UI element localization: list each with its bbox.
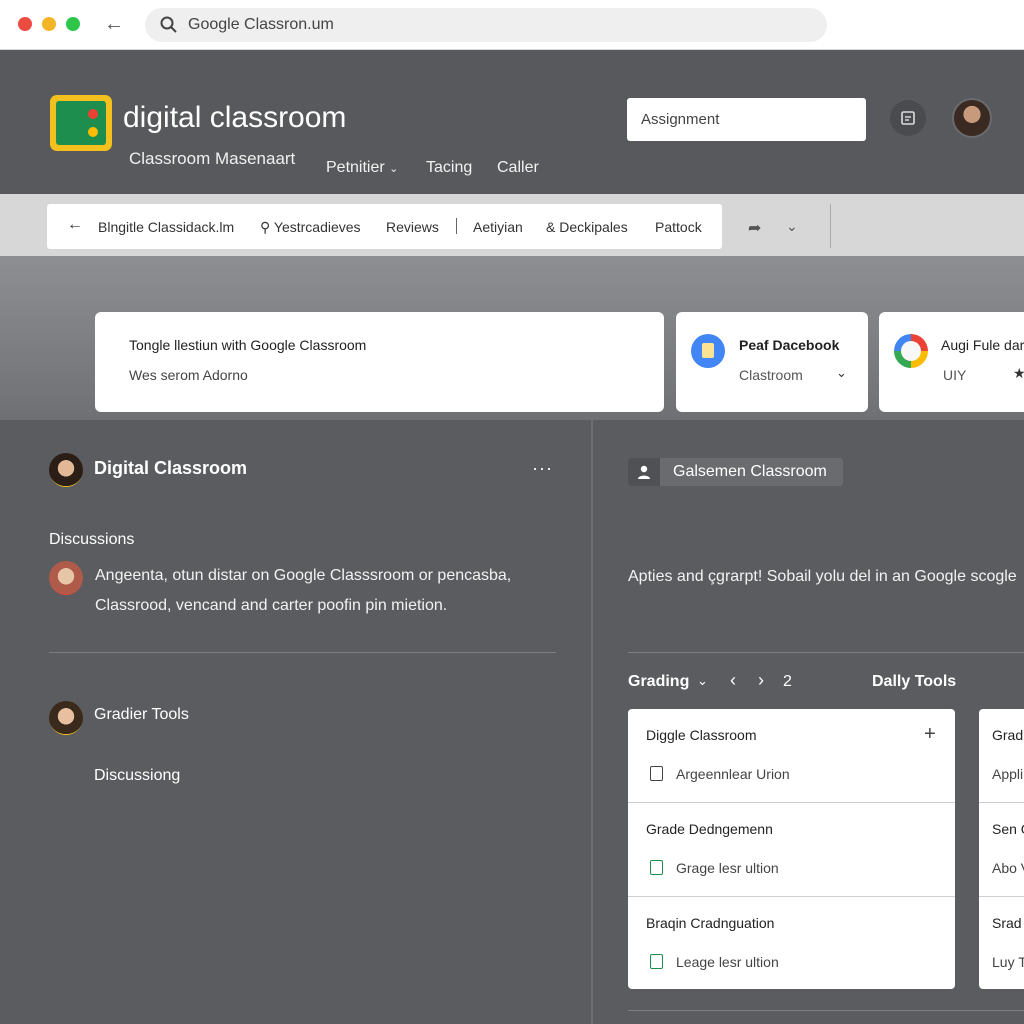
share-icon[interactable]: ➦ (748, 218, 761, 238)
nav-item-petnitier[interactable]: Petnitier ⌄ (326, 159, 398, 177)
discussion-text-line-2: Classrood, vencand and carter poofin pin… (95, 597, 448, 614)
minimize-window-button[interactable] (42, 17, 56, 31)
page-number: 2 (783, 673, 792, 690)
grading-row-title: Braqin Cradnguation (646, 915, 775, 931)
daily-tools-row-subtitle: Abo V (992, 860, 1024, 876)
address-bar[interactable]: Google Classron.um (145, 8, 827, 42)
address-bar-text: Google Classron.um (188, 16, 334, 33)
featured-card-subtitle: Wes serom Adorno (129, 367, 248, 383)
file-card-title: Augi Fule dar (941, 337, 1024, 353)
chevron-down-icon[interactable]: ⌄ (786, 218, 798, 235)
app-subtitle: Classroom Masenaart (129, 149, 296, 168)
daily-tools-row-title: Sen G (992, 821, 1024, 837)
file-card[interactable]: Augi Fule dar UIY ★ (879, 312, 1024, 412)
chevron-down-icon[interactable]: ⌄ (836, 365, 847, 381)
toolbar-item-search[interactable]: ⚲ Yestrcadieves (260, 219, 361, 236)
back-arrow-icon[interactable]: ← (104, 12, 124, 36)
daily-tools-row-subtitle: Appli (992, 766, 1024, 782)
assignment-search-input[interactable]: Assignment (627, 98, 866, 141)
document-icon (691, 334, 725, 368)
featured-card[interactable]: Tongle llestiun with Google Classroom We… (95, 312, 664, 412)
daily-tools-row-title: Srad (992, 915, 1022, 931)
daily-tools-row[interactable]: Sen G Abo V (979, 803, 1024, 897)
app-title: digital classroom (123, 101, 347, 134)
grading-card: Diggle Classroom + Argeennlear Urion Gra… (628, 709, 955, 989)
star-icon[interactable]: ★ (1013, 365, 1024, 382)
grading-row-subtitle: Leage lesr ultion (676, 954, 779, 970)
nav-item-tacing[interactable]: Tacing (426, 159, 472, 177)
toolbar-item-classroom[interactable]: Blngitle Classidack.lm (98, 219, 234, 235)
close-window-button[interactable] (18, 17, 32, 31)
classroom-chip[interactable]: Galsemen Classroom (628, 458, 843, 486)
left-pane-title: Digital Classroom (94, 458, 248, 478)
discussing-link[interactable]: Discussiong (94, 767, 180, 785)
assignment-search-value: Assignment (641, 111, 720, 128)
search-icon: ⚲ (260, 219, 271, 235)
file-card-subtitle: UIY (943, 367, 967, 383)
chevron-left-icon[interactable]: ‹ (730, 670, 736, 691)
divider (628, 1010, 1024, 1011)
grading-card-row[interactable]: Diggle Classroom + Argeennlear Urion (628, 709, 955, 803)
calendar-button[interactable] (890, 100, 926, 136)
toolbar-item-deckipales[interactable]: & Deckipales (546, 219, 628, 235)
toolbar-divider (456, 218, 457, 234)
grading-row-subtitle: Argeennlear Urion (676, 766, 790, 782)
divider (628, 652, 1024, 653)
ampersand-icon: & (546, 219, 556, 235)
toolbar-item-pattock[interactable]: Pattock (655, 219, 702, 235)
document-icon (650, 766, 663, 781)
right-pane-text: Apties and çgrarpt! Sobail yolu del in a… (628, 568, 1017, 585)
calendar-icon (901, 111, 915, 125)
classroom-logo-icon (50, 95, 112, 151)
app-header: digital classroom Classroom Masenaart Pe… (0, 50, 1024, 194)
daily-tools-row[interactable]: Srad Luy T (979, 897, 1024, 989)
spreadsheet-icon (650, 954, 663, 969)
daily-tools-row[interactable]: Grad Appli (979, 709, 1024, 803)
chevron-down-icon: ⌄ (389, 163, 399, 175)
plus-icon[interactable]: + (924, 723, 936, 746)
daily-tools-card: Grad Appli Sen G Abo V Srad Luy T (979, 709, 1024, 989)
daily-tools-tab[interactable]: Dally Tools (872, 673, 956, 691)
search-icon (160, 16, 177, 33)
toolbar-band: ← Blngitle Classidack.lm ⚲ Yestrcadieves… (0, 194, 1024, 256)
document-card-subtitle: Clastroom (739, 367, 803, 383)
grading-card-row[interactable]: Grade Dedngemenn Grage lesr ultion (628, 803, 955, 897)
avatar (49, 701, 83, 735)
toolbar-item-aetiyian[interactable]: Aetiyian (473, 219, 523, 235)
spreadsheet-icon (650, 860, 663, 875)
chevron-right-icon[interactable]: › (758, 670, 764, 691)
grading-card-row[interactable]: Braqin Cradnguation Leage lesr ultion (628, 897, 955, 989)
left-pane (0, 420, 592, 1024)
color-wheel-icon (894, 334, 928, 368)
user-avatar[interactable] (952, 98, 992, 138)
maximize-window-button[interactable] (66, 17, 80, 31)
grader-tools-heading: Gradier Tools (94, 706, 189, 723)
toolbar-vertical-divider (830, 204, 831, 248)
divider (49, 652, 556, 653)
grading-row-subtitle: Grage lesr ultion (676, 860, 779, 876)
grading-row-title: Diggle Classroom (646, 727, 757, 743)
document-card[interactable]: Peaf Dacebook Clastroom ⌄ (676, 312, 868, 412)
toolbar-item-reviews[interactable]: Reviews (386, 219, 439, 235)
avatar (49, 453, 83, 487)
chevron-down-icon[interactable]: ⌄ (697, 673, 708, 689)
grading-row-title: Grade Dedngemenn (646, 821, 773, 837)
daily-tools-row-title: Grad (992, 727, 1024, 743)
toolbar: ← Blngitle Classidack.lm ⚲ Yestrcadieves… (47, 204, 722, 249)
grading-dropdown[interactable]: Grading (628, 673, 689, 691)
nav-item-caller[interactable]: Caller (497, 159, 539, 177)
browser-chrome: ← Google Classron.um (0, 0, 1024, 50)
daily-tools-row-subtitle: Luy T (992, 954, 1024, 970)
more-options-icon[interactable]: ··· (532, 458, 553, 479)
discussion-text-line-1: Angeenta, otun distar on Google Classsro… (95, 567, 512, 584)
discussions-heading: Discussions (49, 531, 135, 548)
person-icon (628, 458, 660, 486)
classroom-chip-label: Galsemen Classroom (673, 463, 827, 480)
document-card-title: Peaf Dacebook (739, 337, 840, 353)
avatar (49, 561, 83, 595)
featured-card-title: Tongle llestiun with Google Classroom (129, 337, 367, 353)
toolbar-back-arrow-icon[interactable]: ← (67, 216, 83, 234)
